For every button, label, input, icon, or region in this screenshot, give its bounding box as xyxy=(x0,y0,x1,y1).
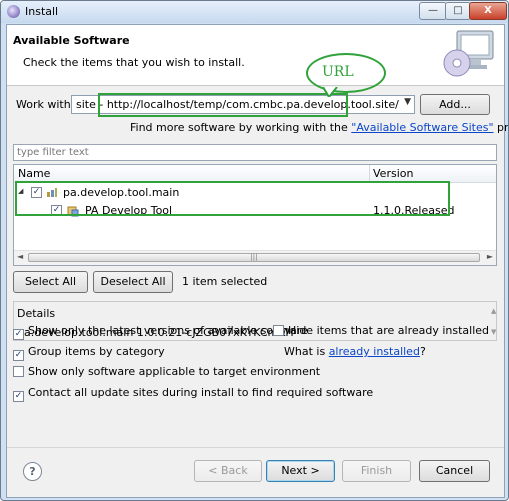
hide-installed-checkbox[interactable] xyxy=(273,325,284,336)
add-site-button[interactable]: Add... xyxy=(420,94,490,115)
latest-versions-option[interactable]: ✓ Show only the latest versions of availa… xyxy=(13,324,308,340)
scrollbar-grip: ||| xyxy=(250,253,258,261)
scroll-up-icon[interactable]: ▲ xyxy=(491,307,496,315)
find-more-prefix: Find more software by working with the xyxy=(130,121,348,134)
help-icon[interactable]: ? xyxy=(23,462,42,481)
filter-input[interactable] xyxy=(17,146,487,159)
hide-installed-option[interactable]: Hide items that are already installed xyxy=(273,324,489,337)
target-environment-label: Show only software applicable to target … xyxy=(28,365,321,378)
footer-divider xyxy=(7,447,504,448)
chevron-down-icon[interactable]: ▼ xyxy=(404,97,411,107)
feature-highlight-box xyxy=(15,181,450,216)
selection-status: 1 item selected xyxy=(182,275,268,288)
title-bar: Install — □ X xyxy=(1,1,508,23)
what-is-prefix: What is xyxy=(284,345,326,358)
latest-versions-label: Show only the latest versions of availab… xyxy=(28,324,308,337)
latest-versions-checkbox[interactable]: ✓ xyxy=(13,329,24,340)
install-wizard-icon xyxy=(443,30,494,77)
eclipse-icon xyxy=(7,5,20,18)
already-installed-link[interactable]: already installed xyxy=(329,345,420,358)
details-title: Details xyxy=(17,307,56,320)
contact-sites-checkbox[interactable]: ✓ xyxy=(13,391,24,402)
url-callout-text: URL xyxy=(322,64,354,80)
work-with-label: Work with: xyxy=(16,98,75,111)
available-software-sites-link[interactable]: "Available Software Sites" xyxy=(351,121,493,134)
find-more-text: Find more software by working with the "… xyxy=(130,121,509,134)
scrollbar-thumb[interactable]: ||| xyxy=(28,253,480,262)
minimize-button[interactable]: — xyxy=(419,2,447,20)
next-button[interactable]: Next > xyxy=(266,460,335,482)
name-column-header[interactable]: Name xyxy=(18,167,50,180)
page-title: Available Software xyxy=(13,34,130,47)
window-title: Install xyxy=(25,5,59,18)
select-all-button[interactable]: Select All xyxy=(13,271,88,293)
version-column-header[interactable]: Version xyxy=(373,167,413,180)
filter-field[interactable] xyxy=(13,144,497,161)
find-more-suffix: preferences. xyxy=(497,121,509,134)
scroll-left-icon[interactable]: ◄ xyxy=(17,252,23,261)
deselect-all-button[interactable]: Deselect All xyxy=(93,271,173,293)
callout-pointer xyxy=(322,87,338,97)
group-by-category-option[interactable]: ✓ Group items by category xyxy=(13,345,165,361)
what-is-installed: What is already installed? xyxy=(284,345,426,358)
contact-sites-option[interactable]: ✓ Contact all update sites during install… xyxy=(13,386,373,402)
maximize-button[interactable]: □ xyxy=(445,2,471,20)
url-callout-bubble: URL xyxy=(306,53,386,93)
header-banner: Available Software Check the items that … xyxy=(7,25,504,86)
scroll-down-icon[interactable]: ▼ xyxy=(491,328,496,336)
tree-horizontal-scrollbar[interactable]: ◄ ||| ► xyxy=(14,250,496,265)
cancel-button[interactable]: Cancel xyxy=(419,460,490,482)
what-is-suffix: ? xyxy=(419,345,426,358)
finish-button[interactable]: Finish xyxy=(342,460,411,482)
target-environment-checkbox[interactable] xyxy=(13,366,24,377)
close-button[interactable]: X xyxy=(469,2,507,20)
contact-sites-label: Contact all update sites during install … xyxy=(28,386,374,399)
url-highlight-box xyxy=(98,93,348,117)
group-by-category-label: Group items by category xyxy=(28,345,165,358)
install-dialog: Install — □ X Available Software Check t… xyxy=(0,0,509,501)
column-divider xyxy=(369,165,370,182)
scroll-right-icon[interactable]: ► xyxy=(487,252,493,261)
back-button[interactable]: < Back xyxy=(194,460,262,482)
group-by-category-checkbox[interactable]: ✓ xyxy=(13,350,24,361)
page-description: Check the items that you wish to install… xyxy=(23,56,245,69)
target-environment-option[interactable]: Show only software applicable to target … xyxy=(13,365,320,378)
hide-installed-label: Hide items that are already installed xyxy=(288,324,490,337)
